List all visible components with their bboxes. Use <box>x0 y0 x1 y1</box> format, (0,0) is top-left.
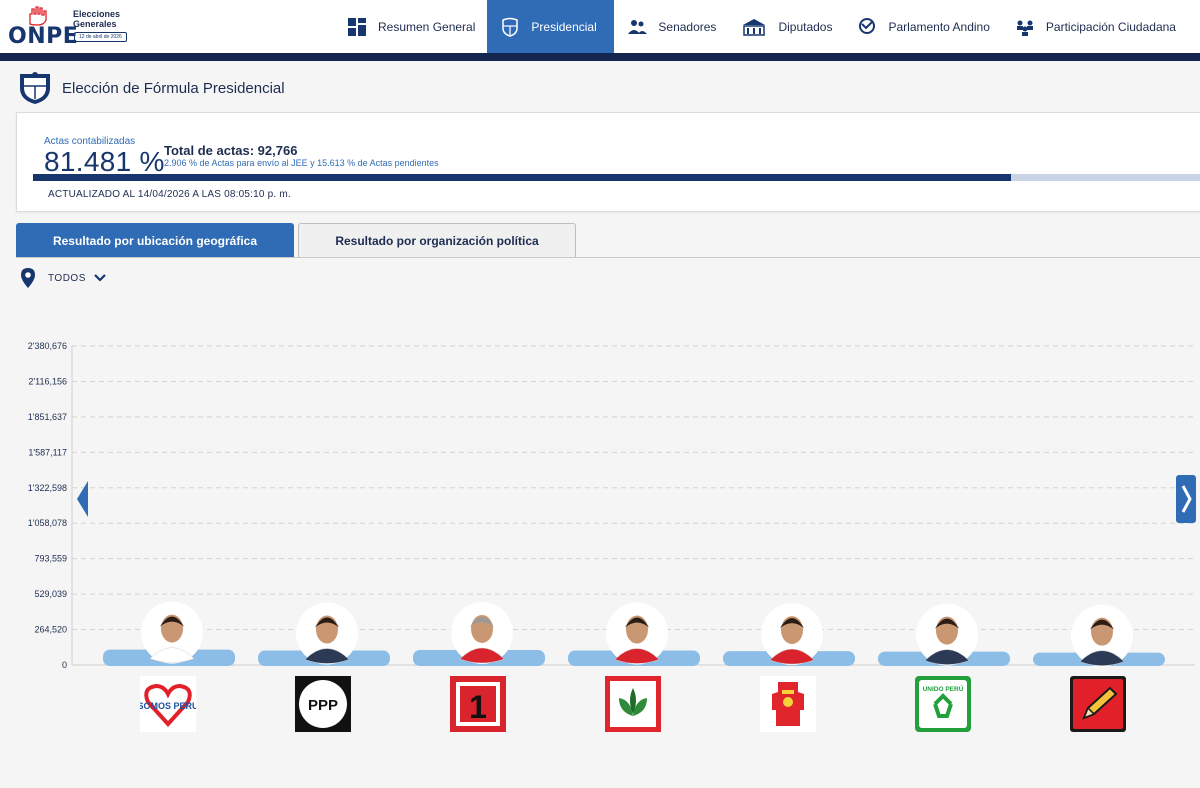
number-one-logo-icon[interactable]: 1 <box>450 676 506 732</box>
actas-subtotal: 2.906 % de Actas para envío al JEE y 15.… <box>164 158 439 168</box>
page-title: Elección de Fórmula Presidencial <box>62 79 285 97</box>
citizens-icon <box>1016 20 1033 36</box>
svg-text:SOMOS PERU: SOMOS PERU <box>140 701 196 711</box>
nav-diputados[interactable]: Diputados <box>728 0 844 53</box>
leaves-logo-icon[interactable] <box>605 676 661 732</box>
y-tick-label: 529,039 <box>34 589 67 599</box>
nav-presidencial[interactable]: Presidencial <box>487 0 615 53</box>
nav-label: Diputados <box>778 19 833 34</box>
tab-organizacion-politica[interactable]: Resultado por organización política <box>298 223 576 257</box>
voting-hand-icon <box>29 6 47 26</box>
senate-icon <box>628 19 648 34</box>
actas-progress-fill <box>33 174 1011 181</box>
y-tick-label: 0 <box>62 660 67 670</box>
last-updated: ACTUALIZADO AL 14/04/2026 A LAS 08:05:10… <box>48 189 291 200</box>
coat-of-arms-icon <box>20 72 50 104</box>
location-pin-icon <box>21 268 35 288</box>
svg-text:1: 1 <box>469 689 487 725</box>
congress-building-icon <box>743 18 766 36</box>
y-tick-label: 2'116,156 <box>28 376 67 386</box>
inca-figure-logo-icon[interactable] <box>760 676 816 732</box>
y-tick-label: 2'380,676 <box>28 341 67 351</box>
header-divider <box>0 53 1200 61</box>
nav-participacion-ciudadana[interactable]: Participación Ciudadana <box>1002 0 1188 53</box>
y-tick-label: 1'322,598 <box>28 483 67 493</box>
page-header: Elección de Fórmula Presidencial <box>16 70 285 106</box>
nav-senadores[interactable]: Senadores <box>614 0 728 53</box>
chart-prev-arrow-icon[interactable] <box>74 477 90 521</box>
candidate-avatar[interactable] <box>296 602 358 665</box>
candidate-avatar[interactable] <box>916 603 978 666</box>
candidate-avatar[interactable] <box>761 603 823 666</box>
total-actas: Total de actas: 92,766 <box>164 143 298 158</box>
main-nav: Resumen General Presidencial Senadores D… <box>334 0 1188 53</box>
candidate-avatar[interactable] <box>1071 604 1133 667</box>
top-navigation-bar: ONPE Elecciones Generales 12 de abril de… <box>0 0 1200 53</box>
nav-label: Parlamento Andino <box>888 19 990 34</box>
location-filter[interactable]: TODOS <box>20 266 106 290</box>
svg-text:PPP: PPP <box>308 697 338 714</box>
brand-name: ONPE <box>8 24 79 49</box>
tabs-divider <box>16 257 1200 258</box>
svg-text:UNIDO PERÚ: UNIDO PERÚ <box>923 684 964 693</box>
candidate-avatar[interactable] <box>606 602 668 665</box>
summary-card: Actas contabilizadas 81.481 % Total de a… <box>16 112 1200 212</box>
nav-label: Resumen General <box>378 19 476 34</box>
y-tick-label: 793,559 <box>34 554 67 564</box>
andean-parliament-icon <box>859 17 876 34</box>
y-tick-label: 1'587,117 <box>28 447 67 457</box>
onpe-logo[interactable]: ONPE Elecciones Generales 12 de abril de… <box>8 6 138 49</box>
location-filter-value: TODOS <box>48 272 86 284</box>
actas-progress-bar <box>33 174 1200 181</box>
event-date: 12 de abril de 2026 <box>74 32 127 42</box>
nav-parlamento-andino[interactable]: Parlamento Andino <box>844 0 1001 53</box>
chart-next-arrow-icon[interactable] <box>1175 474 1197 524</box>
y-tick-label: 264,520 <box>34 625 67 635</box>
ppp-logo-icon[interactable]: PPP <box>295 676 351 732</box>
y-tick-label: 1'851,637 <box>28 412 67 422</box>
recycle-logo-icon[interactable]: UNIDO PERÚ <box>915 676 971 732</box>
chevron-down-icon[interactable] <box>94 273 106 283</box>
candidate-avatar[interactable] <box>451 601 513 664</box>
dashboard-icon <box>348 17 366 36</box>
nav-label: Senadores <box>658 19 717 34</box>
nav-label: Participación Ciudadana <box>1045 19 1176 34</box>
candidate-avatar[interactable] <box>141 601 203 664</box>
event-title: Elecciones Generales <box>73 9 121 29</box>
tab-ubicacion-geografica[interactable]: Resultado por ubicación geográfica <box>16 223 294 257</box>
nav-resumen-general[interactable]: Resumen General <box>334 0 487 53</box>
nav-label: Presidencial <box>531 19 597 34</box>
pencil-logo-icon[interactable] <box>1070 676 1126 732</box>
heart-logo-icon[interactable]: SOMOS PERU <box>140 676 196 732</box>
y-tick-label: 1'058,078 <box>28 518 67 528</box>
coat-of-arms-icon <box>502 17 519 37</box>
